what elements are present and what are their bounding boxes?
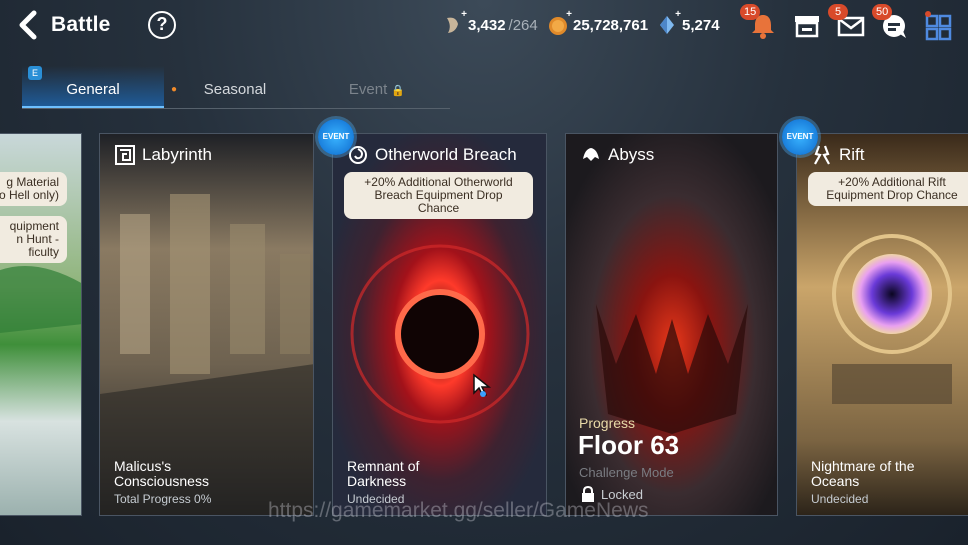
mouse-cursor-icon — [473, 373, 492, 397]
tab-general-label: General — [66, 81, 120, 98]
abyss-progress-label: Progress — [579, 415, 636, 431]
abyss-challenge-mode: Challenge Mode — [579, 465, 674, 480]
notification-badge: 15 — [740, 4, 761, 20]
breach-stage-name: Remnant of Darkness — [347, 458, 420, 489]
labyrinth-title: Labyrinth — [142, 145, 212, 164]
hell-bonus-1: g Material o Hell only) — [0, 172, 67, 206]
rift-status: Undecided — [811, 492, 869, 506]
card-rift[interactable]: Rift +20% Additional Rift Equipment Drop… — [796, 133, 968, 516]
rift-title: Rift — [839, 145, 865, 164]
labyrinth-header: Labyrinth — [114, 144, 212, 166]
hell-bonus-2: quipment n Hunt - ficulty — [0, 216, 67, 263]
lock-icon: 🔒 — [391, 85, 406, 97]
tab-event-label: Event — [348, 81, 388, 98]
rift-bonus: +20% Additional Rift Equipment Drop Chan… — [808, 172, 968, 206]
card-labyrinth[interactable]: Labyrinth Malicus's Consciousness Total … — [99, 133, 314, 516]
rift-stage-name: Nightmare of the Oceans — [811, 458, 915, 489]
maze-icon — [115, 145, 135, 165]
top-bar: Battle ? + 3,432 /264 + 25,728,761 + 5,2… — [0, 0, 968, 52]
abyss-floor: Floor 63 — [578, 430, 680, 460]
rift-event-badge: EVENT — [782, 119, 818, 155]
gold-value: 25,728,761 — [573, 16, 649, 34]
stamina-max: /264 — [508, 16, 538, 34]
abyss-title: Abyss — [608, 145, 655, 164]
notification-bell-button[interactable]: 15 — [740, 4, 780, 42]
abyss-claw-icon — [583, 148, 599, 161]
card-otherworld-breach[interactable]: Otherworld Breach +20% Additional Otherw… — [332, 133, 547, 516]
rift-header: Rift — [811, 144, 865, 166]
abyss-header: Abyss — [580, 144, 654, 166]
labyrinth-stage-name: Malicus's Consciousness — [114, 458, 209, 489]
gold-icon: + — [547, 9, 572, 36]
card-abyss[interactable]: Abyss Progress Floor 63 Challenge Mode L… — [565, 133, 778, 516]
help-button[interactable]: ? — [148, 11, 176, 39]
battle-tabs: E General ● Seasonal Event 🔒 — [22, 66, 450, 110]
tab-seasonal[interactable]: ● Seasonal — [164, 66, 306, 108]
chat-badge: 50 — [872, 4, 893, 20]
mail-badge: 5 — [828, 4, 848, 20]
stamina-icon: + — [442, 9, 467, 36]
crystal-value: 5,274 — [682, 16, 720, 34]
card-hell[interactable]: g Material o Hell only) quipment n Hunt … — [0, 133, 82, 516]
watermark: https://gamemarket.gg/seller/GameNews — [268, 499, 649, 522]
chat-button[interactable]: 50 — [872, 4, 912, 42]
grid-menu-icon — [925, 11, 952, 41]
tabs-divider — [22, 108, 450, 109]
breach-header: Otherworld Breach — [347, 144, 517, 166]
gold-counter[interactable]: + 25,728,761 — [547, 9, 649, 36]
page-title: Battle — [51, 13, 111, 36]
breach-bonus: +20% Additional Otherworld Breach Equipm… — [344, 172, 533, 219]
shop-button[interactable] — [790, 8, 824, 42]
shop-icon — [795, 16, 819, 38]
labyrinth-progress: Total Progress 0% — [114, 492, 212, 506]
crystal-counter[interactable]: + 5,274 — [656, 9, 720, 36]
flame-icon: ● — [171, 84, 178, 95]
breach-event-badge: EVENT — [318, 119, 354, 155]
breach-title: Otherworld Breach — [375, 145, 517, 164]
tab-event[interactable]: Event 🔒 — [306, 66, 448, 108]
tab-general[interactable]: E General — [22, 66, 164, 108]
tab-seasonal-label: Seasonal — [203, 81, 267, 98]
crystal-icon: + — [656, 9, 681, 36]
stamina-counter[interactable]: + 3,432 /264 — [442, 9, 538, 36]
back-arrow-icon[interactable] — [14, 9, 44, 41]
general-mark-icon: E — [28, 66, 42, 80]
stamina-value: 3,432 — [468, 16, 506, 34]
main-menu-button[interactable] — [922, 8, 956, 42]
mail-button[interactable]: 5 — [828, 4, 868, 42]
